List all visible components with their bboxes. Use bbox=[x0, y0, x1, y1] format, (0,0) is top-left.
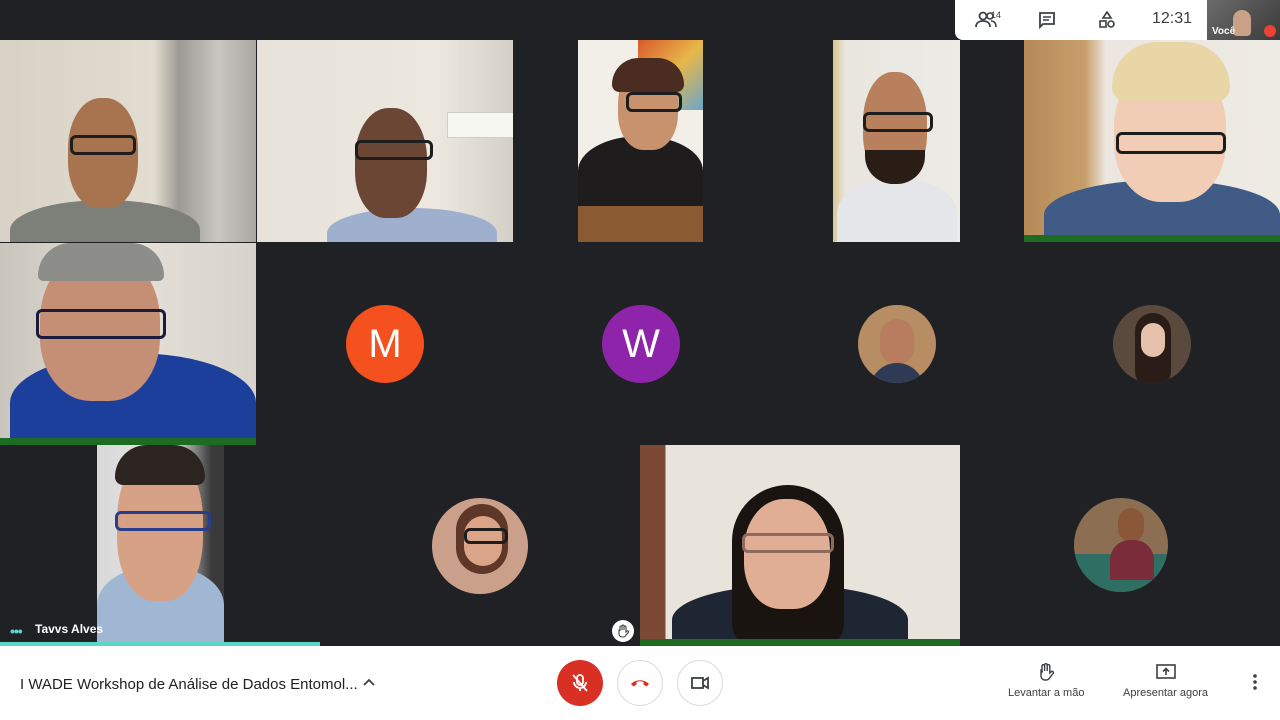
people-count: 14 bbox=[991, 10, 1002, 20]
participant-video-tile[interactable] bbox=[257, 40, 513, 242]
mic-off-icon bbox=[572, 674, 588, 692]
participant-video-tile[interactable] bbox=[578, 40, 703, 242]
avatar-m[interactable]: M bbox=[346, 305, 424, 383]
raised-hand-badge bbox=[612, 620, 634, 642]
self-view-tile[interactable]: Você bbox=[1207, 0, 1280, 40]
raise-hand-label: Levantar a mão bbox=[1008, 687, 1085, 699]
speaking-indicator bbox=[640, 639, 960, 646]
mic-off-icon bbox=[1264, 25, 1276, 37]
shapes-icon bbox=[1099, 11, 1115, 28]
more-vert-icon bbox=[1253, 674, 1257, 690]
present-now-button[interactable]: Apresentar agora bbox=[1123, 662, 1208, 699]
raise-hand-button[interactable]: Levantar a mão bbox=[1008, 662, 1084, 699]
avatar-initial: M bbox=[368, 321, 402, 366]
avatar-photo[interactable] bbox=[1074, 498, 1168, 592]
meeting-title[interactable]: I WADE Workshop de Análise de Dados Ento… bbox=[20, 676, 358, 693]
bottom-controls-bar: I WADE Workshop de Análise de Dados Ento… bbox=[0, 646, 1280, 720]
avatar-w[interactable]: W bbox=[602, 305, 680, 383]
avatar-photo[interactable] bbox=[858, 305, 936, 383]
speaking-indicator bbox=[0, 438, 256, 445]
participant-video-tile[interactable] bbox=[833, 40, 960, 242]
meeting-top-panel: 14 12:31 bbox=[955, 0, 1207, 40]
self-label: Você bbox=[1212, 26, 1236, 37]
participant-video-tile[interactable] bbox=[1024, 40, 1280, 242]
avatar-initial: W bbox=[622, 321, 660, 366]
present-now-label: Apresentar agora bbox=[1123, 687, 1208, 699]
participant-video-tile[interactable] bbox=[640, 445, 960, 646]
hand-icon bbox=[1040, 663, 1055, 681]
audio-indicator-icon: ••• bbox=[10, 623, 23, 639]
participant-video-tile[interactable] bbox=[0, 40, 256, 242]
camera-toggle-button[interactable] bbox=[677, 660, 723, 706]
camera-icon bbox=[691, 676, 709, 690]
chevron-up-icon bbox=[363, 678, 375, 686]
hand-icon bbox=[618, 624, 630, 638]
self-video bbox=[1233, 10, 1251, 36]
meeting-details-toggle[interactable] bbox=[362, 676, 376, 695]
chat-button[interactable] bbox=[1035, 8, 1059, 32]
hang-up-icon bbox=[631, 680, 649, 687]
avatar-photo[interactable] bbox=[432, 498, 528, 594]
speaking-indicator bbox=[1024, 235, 1280, 242]
chat-icon bbox=[1039, 12, 1055, 29]
participant-video-tile[interactable] bbox=[97, 445, 224, 642]
present-screen-icon bbox=[1155, 664, 1176, 679]
more-options-button[interactable] bbox=[1247, 672, 1263, 697]
avatar-photo[interactable] bbox=[1113, 305, 1191, 383]
leave-call-button[interactable] bbox=[617, 660, 663, 706]
meeting-clock: 12:31 bbox=[1152, 10, 1193, 27]
speaker-name: Tavvs Alves bbox=[35, 622, 104, 636]
activities-button[interactable] bbox=[1095, 8, 1119, 32]
microphone-toggle-button[interactable] bbox=[557, 660, 603, 706]
participant-video-tile[interactable] bbox=[0, 243, 256, 445]
